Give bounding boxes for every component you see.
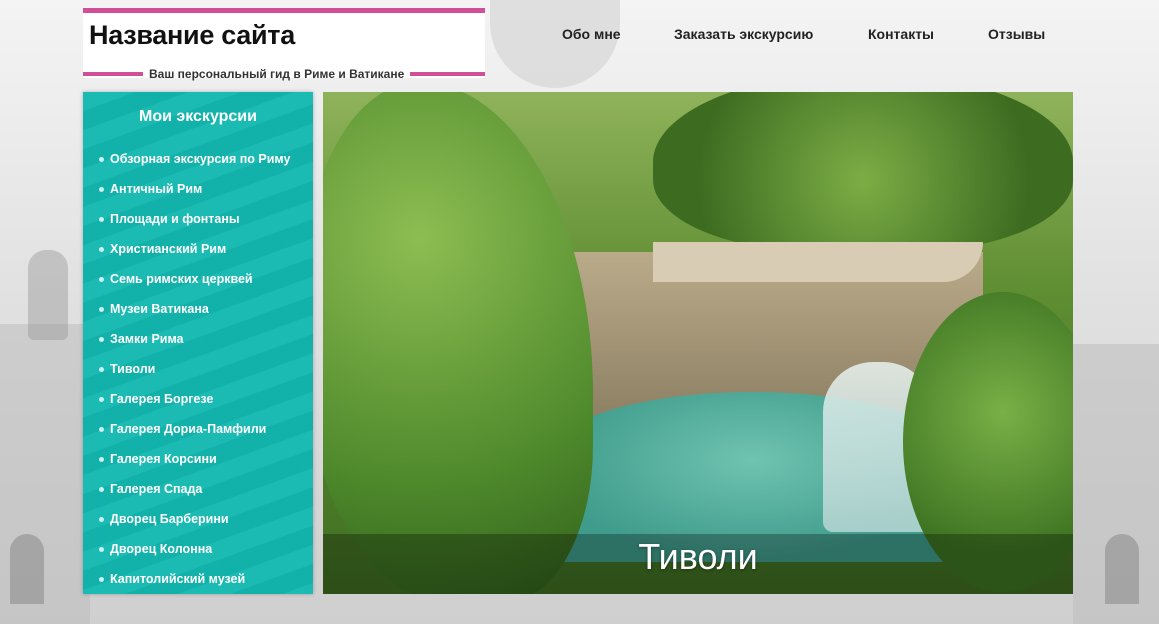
- tour-item-label: Капитолийский музей: [110, 572, 246, 586]
- background-dome: [490, 0, 620, 88]
- tours-sidebar: Мои экскурсии Обзорная экскурсия по Риму…: [83, 92, 313, 594]
- tour-item[interactable]: Дворец Барберини: [83, 504, 313, 534]
- bullet-icon: [99, 246, 104, 252]
- tour-item-label: Галерея Спада: [110, 482, 203, 496]
- tour-item[interactable]: Обзорная экскурсия по Риму: [83, 144, 313, 174]
- tour-item[interactable]: Дворец Колонна: [83, 534, 313, 564]
- tour-item[interactable]: Музеи Ватикана: [83, 294, 313, 324]
- header-accent-line: [83, 8, 485, 13]
- tour-item-label: Тиволи: [110, 362, 156, 376]
- bullet-icon: [99, 426, 104, 432]
- nav-item-reviews[interactable]: Отзывы: [988, 26, 1045, 42]
- hero-image-terrace: [653, 242, 983, 282]
- bullet-icon: [99, 546, 104, 552]
- bullet-icon: [99, 336, 104, 342]
- tour-item-label: Дворец Барберини: [110, 512, 229, 526]
- tour-item[interactable]: Галерея Спада: [83, 474, 313, 504]
- bullet-icon: [99, 186, 104, 192]
- tour-item[interactable]: Тиволи: [83, 354, 313, 384]
- tour-item-label: Обзорная экскурсия по Риму: [110, 152, 291, 166]
- tour-item-label: Семь римских церквей: [110, 272, 253, 286]
- bullet-icon: [99, 456, 104, 462]
- bullet-icon: [99, 366, 104, 372]
- tagline-row: Ваш персональный гид в Риме и Ватикане: [83, 66, 485, 82]
- tour-item[interactable]: Галерея Боргезе: [83, 384, 313, 414]
- tagline-bar-right: [410, 72, 485, 76]
- bullet-icon: [99, 276, 104, 282]
- tour-item[interactable]: Христианский Рим: [83, 234, 313, 264]
- tour-item-label: Площади и фонтаны: [110, 212, 240, 226]
- tour-item[interactable]: Капитолийский музей: [83, 564, 313, 594]
- tour-item[interactable]: Античный Рим: [83, 174, 313, 204]
- site-title[interactable]: Название сайта: [89, 20, 295, 51]
- nav-item-order-tour[interactable]: Заказать экскурсию: [674, 26, 813, 42]
- tour-item-label: Дворец Колонна: [110, 542, 213, 556]
- nav-item-about[interactable]: Обо мне: [562, 26, 621, 42]
- bullet-icon: [99, 576, 104, 582]
- background-statue: [28, 250, 68, 340]
- bullet-icon: [99, 486, 104, 492]
- nav-item-contacts[interactable]: Контакты: [868, 26, 934, 42]
- bullet-icon: [99, 216, 104, 222]
- tour-item-label: Античный Рим: [110, 182, 203, 196]
- tour-item[interactable]: Галерея Дориа-Памфили: [83, 414, 313, 444]
- tour-item[interactable]: Площади и фонтаны: [83, 204, 313, 234]
- bullet-icon: [99, 306, 104, 312]
- tour-item[interactable]: Семь римских церквей: [83, 264, 313, 294]
- tour-item[interactable]: Галерея Корсини: [83, 444, 313, 474]
- hero-caption: Тиволи: [638, 536, 758, 577]
- bullet-icon: [99, 396, 104, 402]
- sidebar-title: Мои экскурсии: [139, 108, 257, 125]
- bullet-icon: [99, 156, 104, 162]
- hero-image-foliage-top: [653, 92, 1073, 252]
- tour-item[interactable]: Замки Рима: [83, 324, 313, 354]
- background-arch: [10, 534, 44, 604]
- tour-item-label: Галерея Корсини: [110, 452, 217, 466]
- tour-item-label: Христианский Рим: [110, 242, 227, 256]
- tour-item-label: Галерея Боргезе: [110, 392, 214, 406]
- tour-item-label: Галерея Дориа-Памфили: [110, 422, 267, 436]
- bullet-icon: [99, 516, 104, 522]
- hero-slider[interactable]: Тиволи: [323, 92, 1073, 594]
- tagline-bar-left: [83, 72, 143, 76]
- background-arch: [1105, 534, 1139, 604]
- tour-list: Обзорная экскурсия по Риму Античный Рим …: [83, 144, 313, 594]
- site-header-logo: Название сайта Ваш персональный гид в Ри…: [83, 8, 485, 81]
- tour-item-label: Замки Рима: [110, 332, 184, 346]
- site-tagline: Ваш персональный гид в Риме и Ватикане: [149, 67, 405, 81]
- tour-item-label: Музеи Ватикана: [110, 302, 209, 316]
